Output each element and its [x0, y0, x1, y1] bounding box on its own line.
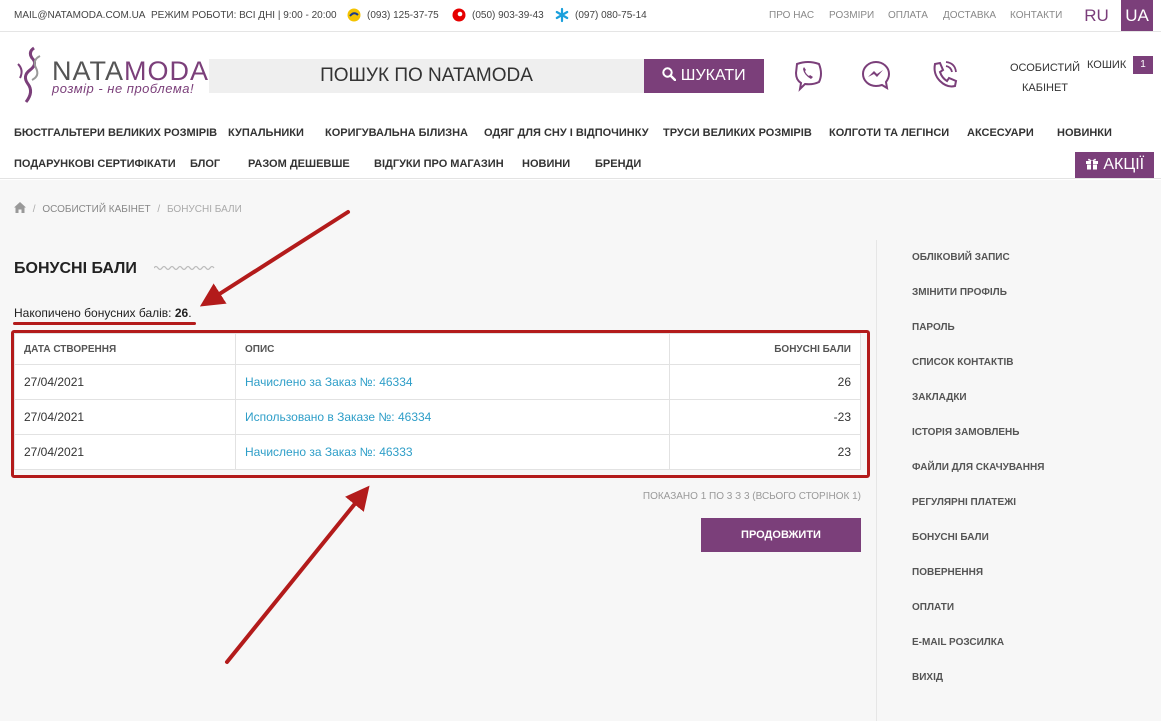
phone-kyivstar[interactable]: (097) 080-75-14	[575, 10, 647, 21]
cart-link[interactable]: КОШИК	[1087, 59, 1126, 71]
link-contacts[interactable]: КОНТАКТИ	[1010, 10, 1062, 21]
sidebar-item-payments[interactable]: ОПЛАТИ	[912, 602, 954, 613]
nav-bras[interactable]: БЮСТГАЛЬТЕРИ ВЕЛИКИХ РОЗМІРІВ	[14, 127, 217, 139]
promo-button-label: АКЦІЇ	[1103, 156, 1145, 173]
logo-tagline: розмір - не проблема!	[52, 81, 195, 96]
viber-icon[interactable]	[791, 58, 825, 92]
nav-tights[interactable]: КОЛГОТИ ТА ЛЕГІНСИ	[829, 127, 949, 139]
pagination-info: ПОКАЗАНО 1 ПО 3 З 3 (ВСЬОГО СТОРІНОК 1)	[642, 491, 861, 502]
nav-panties[interactable]: ТРУСИ ВЕЛИКИХ РОЗМІРІВ	[663, 127, 812, 139]
account-link[interactable]: ОСОБИСТИЙ КАБІНЕТ	[1005, 58, 1085, 98]
gift-icon	[1085, 158, 1098, 170]
nav-blog[interactable]: БЛОГ	[190, 158, 220, 170]
sidebar-item-password[interactable]: ПАРОЛЬ	[912, 322, 955, 333]
nav-reviews[interactable]: ВІДГУКИ ПРО МАГАЗИН	[374, 158, 504, 170]
lang-ua-button[interactable]: UA	[1121, 0, 1153, 31]
sidebar-item-downloads[interactable]: ФАЙЛИ ДЛЯ СКАЧУВАННЯ	[912, 462, 1044, 473]
nav-sleepwear[interactable]: ОДЯГ ДЛЯ СНУ І ВІДПОЧИНКУ	[484, 127, 649, 139]
nav-swimwear[interactable]: КУПАЛЬНИКИ	[228, 127, 304, 139]
sidebar-item-logout[interactable]: ВИХІД	[912, 672, 943, 683]
vodafone-icon	[452, 8, 466, 22]
link-about[interactable]: ПРО НАС	[769, 10, 814, 21]
search-button-label: ШУКАТИ	[680, 67, 746, 84]
phone-lifecell[interactable]: (093) 125-37-75	[367, 10, 439, 21]
breadcrumb-account[interactable]: ОСОБИСТИЙ КАБІНЕТ	[42, 204, 150, 215]
annotation-underline	[13, 322, 196, 325]
nav-brands[interactable]: БРЕНДИ	[595, 158, 641, 170]
promo-button[interactable]: АКЦІЇ	[1075, 152, 1154, 178]
sidebar-item-bonus-points[interactable]: БОНУСНІ БАЛИ	[912, 532, 989, 543]
messenger-icon[interactable]	[859, 58, 893, 92]
page-title: БОНУСНІ БАЛИ	[14, 260, 137, 277]
cart-count-badge[interactable]: 1	[1133, 56, 1153, 74]
phone-vodafone[interactable]: (050) 903-39-43	[472, 10, 544, 21]
title-decoration	[154, 265, 215, 271]
bonus-total-label: Накопичено бонусних балів:	[14, 306, 172, 320]
contact-email[interactable]: MAIL@NATAMODA.COM.UA	[14, 10, 145, 21]
link-delivery[interactable]: ДОСТАВКА	[943, 10, 996, 21]
home-icon[interactable]	[14, 202, 26, 213]
breadcrumb: / ОСОБИСТИЙ КАБІНЕТ / БОНУСНІ БАЛИ	[14, 202, 242, 215]
sidebar-item-newsletter[interactable]: E-MAIL РОЗСИЛКА	[912, 637, 1004, 648]
nav-accessories[interactable]: АКСЕСУАРИ	[967, 127, 1034, 139]
sidebar-item-bookmarks[interactable]: ЗАКЛАДКИ	[912, 392, 967, 403]
search-button[interactable]: ШУКАТИ	[644, 59, 764, 93]
search-input[interactable]: ПОШУК ПО NATAMODA	[209, 59, 644, 93]
bonus-total-value: 26	[174, 306, 189, 320]
link-payment[interactable]: ОПЛАТА	[888, 10, 928, 21]
top-bar: MAIL@NATAMODA.COM.UA РЕЖИМ РОБОТИ: ВСІ Д…	[0, 0, 1161, 32]
sidebar-item-contacts[interactable]: СПИСОК КОНТАКТІВ	[912, 357, 1014, 368]
nav-gift-cards[interactable]: ПОДАРУНКОВІ СЕРТИФІКАТИ	[14, 158, 176, 170]
continue-button[interactable]: ПРОДОВЖИТИ	[701, 518, 861, 552]
logo-silhouette-icon	[17, 46, 41, 103]
breadcrumb-current: БОНУСНІ БАЛИ	[166, 204, 242, 215]
sidebar-item-returns[interactable]: ПОВЕРНЕННЯ	[912, 567, 983, 578]
account-label-1: ОСОБИСТИЙ	[1009, 62, 1081, 74]
kyivstar-icon	[555, 7, 569, 23]
working-hours: РЕЖИМ РОБОТИ: ВСІ ДНІ | 9:00 - 20:00	[151, 10, 337, 21]
nav-shapewear[interactable]: КОРИГУВАЛЬНА БІЛИЗНА	[325, 127, 468, 139]
nav-bundle-deals[interactable]: РАЗОМ ДЕШЕВШЕ	[248, 158, 350, 170]
annotation-frame	[11, 330, 870, 478]
search-icon	[662, 67, 677, 82]
main-nav: БЮСТГАЛЬТЕРИ ВЕЛИКИХ РОЗМІРІВ КУПАЛЬНИКИ…	[0, 116, 1161, 179]
sidebar-item-account[interactable]: ОБЛІКОВИЙ ЗАПИС	[912, 252, 1010, 263]
nav-news[interactable]: НОВИНИ	[522, 158, 570, 170]
bonus-total: Накопичено бонусних балів: 26.	[14, 306, 192, 320]
nav-new[interactable]: НОВИНКИ	[1057, 127, 1112, 139]
phone-icon[interactable]	[927, 58, 961, 92]
lifecell-icon	[347, 8, 361, 22]
account-sidebar: ОБЛІКОВИЙ ЗАПИС ЗМІНИТИ ПРОФІЛЬ ПАРОЛЬ С…	[876, 240, 1161, 721]
sidebar-item-edit-profile[interactable]: ЗМІНИТИ ПРОФІЛЬ	[912, 287, 1007, 298]
logo[interactable]: NATAMODA розмір - не проблема!	[12, 44, 208, 104]
sidebar-item-recurring[interactable]: РЕГУЛЯРНІ ПЛАТЕЖІ	[912, 497, 1016, 508]
sidebar-item-order-history[interactable]: ІСТОРІЯ ЗАМОВЛЕНЬ	[912, 427, 1019, 438]
link-sizes[interactable]: РОЗМІРИ	[829, 10, 874, 21]
lang-ru-button[interactable]: RU	[1079, 0, 1114, 31]
account-label-2: КАБІНЕТ	[1021, 82, 1069, 94]
